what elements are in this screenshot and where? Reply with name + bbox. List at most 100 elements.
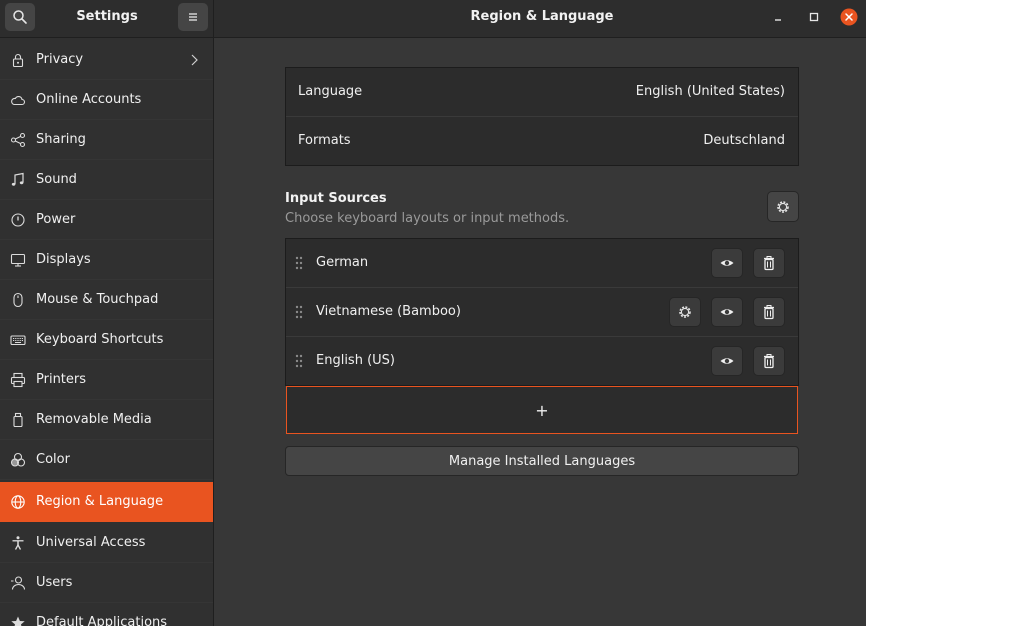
sidebar-item-default-applications[interactable]: Default Applications (0, 603, 213, 626)
sidebar-item-label: Power (36, 212, 76, 227)
sidebar-item-label: Default Applications (36, 615, 168, 626)
sidebar-item-label: Users (36, 575, 73, 590)
language-row[interactable]: Language English (United States) (286, 68, 798, 117)
maximize-button[interactable] (805, 8, 823, 26)
trash-icon (764, 305, 774, 320)
sidebar-item-displays[interactable]: Displays (0, 240, 213, 280)
input-source-row-german[interactable]: German (286, 239, 798, 288)
sidebar-item-label: Keyboard Shortcuts (36, 332, 164, 347)
content-headerbar: Region & Language (214, 0, 866, 38)
drag-handle-icon[interactable] (294, 353, 304, 369)
input-source-label: Vietnamese (Bamboo) (316, 304, 461, 319)
remove-input-source-button[interactable] (753, 297, 785, 327)
sidebar-item-sound[interactable]: Sound (0, 160, 213, 200)
sidebar-title: Settings (76, 9, 138, 24)
input-source-row-english-us[interactable]: English (US) (286, 337, 798, 386)
sidebar-item-users[interactable]: Users (0, 563, 213, 603)
input-sources-subtitle: Choose keyboard layouts or input methods… (285, 211, 570, 226)
sidebar-item-label: Displays (36, 252, 91, 267)
sidebar-item-mouse-touchpad[interactable]: Mouse & Touchpad (0, 280, 213, 320)
hamburger-menu-icon (189, 13, 197, 21)
remove-input-source-button[interactable] (753, 346, 785, 376)
search-icon (13, 10, 27, 24)
input-sources-title: Input Sources (285, 191, 387, 206)
users-icon (11, 576, 26, 590)
sidebar-item-removable-media[interactable]: Removable Media (0, 400, 213, 440)
input-sources-list: German Vietnamese (Bamboo) English (US) (285, 238, 799, 386)
chevron-right-icon (191, 54, 198, 66)
manage-installed-languages-button[interactable]: Manage Installed Languages (285, 446, 799, 476)
eye-icon (720, 260, 734, 266)
remove-input-source-button[interactable] (753, 248, 785, 278)
printer-icon (10, 372, 26, 388)
sidebar-item-label: Sound (36, 172, 77, 187)
drag-handle-icon[interactable] (294, 255, 304, 271)
cloud-icon (11, 96, 26, 106)
sidebar-item-keyboard-shortcuts[interactable]: Keyboard Shortcuts (0, 320, 213, 360)
trash-icon (764, 354, 774, 369)
sidebar-item-region-language[interactable]: Region & Language (0, 482, 213, 522)
sidebar-item-online-accounts[interactable]: Online Accounts (0, 80, 213, 120)
accessibility-icon (12, 536, 24, 550)
language-value: English (United States) (635, 84, 785, 99)
formats-row[interactable]: Formats Deutschland (286, 117, 798, 166)
sidebar-headerbar: Settings (0, 0, 214, 38)
gear-icon (777, 200, 789, 213)
close-icon (840, 8, 858, 26)
sidebar-item-label: Sharing (36, 132, 86, 147)
input-source-label: German (316, 255, 369, 270)
sidebar-item-label: Mouse & Touchpad (36, 292, 159, 307)
manage-installed-languages-label: Manage Installed Languages (448, 453, 636, 469)
sidebar-item-label: Privacy (36, 52, 84, 67)
color-icon (10, 452, 26, 467)
formats-label: Formats (298, 133, 351, 148)
show-layout-button[interactable] (711, 248, 743, 278)
add-input-source-button[interactable]: + (286, 386, 798, 434)
input-source-label: English (US) (316, 353, 395, 368)
sidebar-item-label: Printers (36, 372, 87, 387)
close-button[interactable] (840, 8, 858, 26)
minimize-icon (775, 19, 781, 21)
language-label: Language (298, 84, 363, 99)
sidebar-item-label: Online Accounts (36, 92, 142, 107)
share-icon (10, 132, 26, 148)
display-icon (10, 253, 26, 267)
menu-button[interactable] (178, 3, 208, 31)
show-layout-button[interactable] (711, 297, 743, 327)
input-source-settings-button[interactable] (669, 297, 701, 327)
keyboard-icon (10, 335, 26, 346)
minimize-button[interactable] (769, 8, 787, 26)
drag-handle-icon[interactable] (294, 304, 304, 320)
star-icon (11, 616, 25, 626)
globe-icon (11, 495, 25, 509)
sidebar-item-label: Removable Media (36, 412, 152, 427)
show-layout-button[interactable] (711, 346, 743, 376)
sidebar-item-printers[interactable]: Printers (0, 360, 213, 400)
sidebar-item-universal-access[interactable]: Universal Access (0, 523, 213, 563)
sidebar-item-label: Region & Language (36, 494, 164, 509)
settings-window: Settings Region & Language Privacy Onlin… (0, 0, 866, 626)
sidebar-item-label: Color (36, 452, 70, 467)
input-source-row-vietnamese[interactable]: Vietnamese (Bamboo) (286, 288, 798, 337)
sidebar-item-power[interactable]: Power (0, 200, 213, 240)
search-button[interactable] (5, 3, 35, 31)
trash-icon (764, 256, 774, 271)
mouse-icon (13, 292, 23, 308)
sidebar-item-privacy[interactable]: Privacy (0, 40, 213, 80)
add-icon: + (535, 400, 549, 420)
sidebar-item-color[interactable]: Color (0, 440, 213, 480)
eye-icon (720, 358, 734, 364)
language-formats-panel: Language English (United States) Formats… (285, 67, 799, 166)
gear-icon (679, 306, 691, 318)
eye-icon (720, 309, 734, 315)
maximize-icon (809, 12, 819, 22)
power-icon (11, 213, 25, 227)
sidebar-item-sharing[interactable]: Sharing (0, 120, 213, 160)
sidebar-item-label: Universal Access (36, 535, 146, 550)
sidebar: Privacy Online Accounts Sharing Sound Po… (0, 38, 214, 626)
lock-icon (12, 53, 24, 68)
formats-value: Deutschland (703, 133, 785, 148)
usb-drive-icon (13, 412, 23, 428)
music-note-icon (11, 172, 24, 186)
input-sources-options-button[interactable] (767, 191, 799, 222)
